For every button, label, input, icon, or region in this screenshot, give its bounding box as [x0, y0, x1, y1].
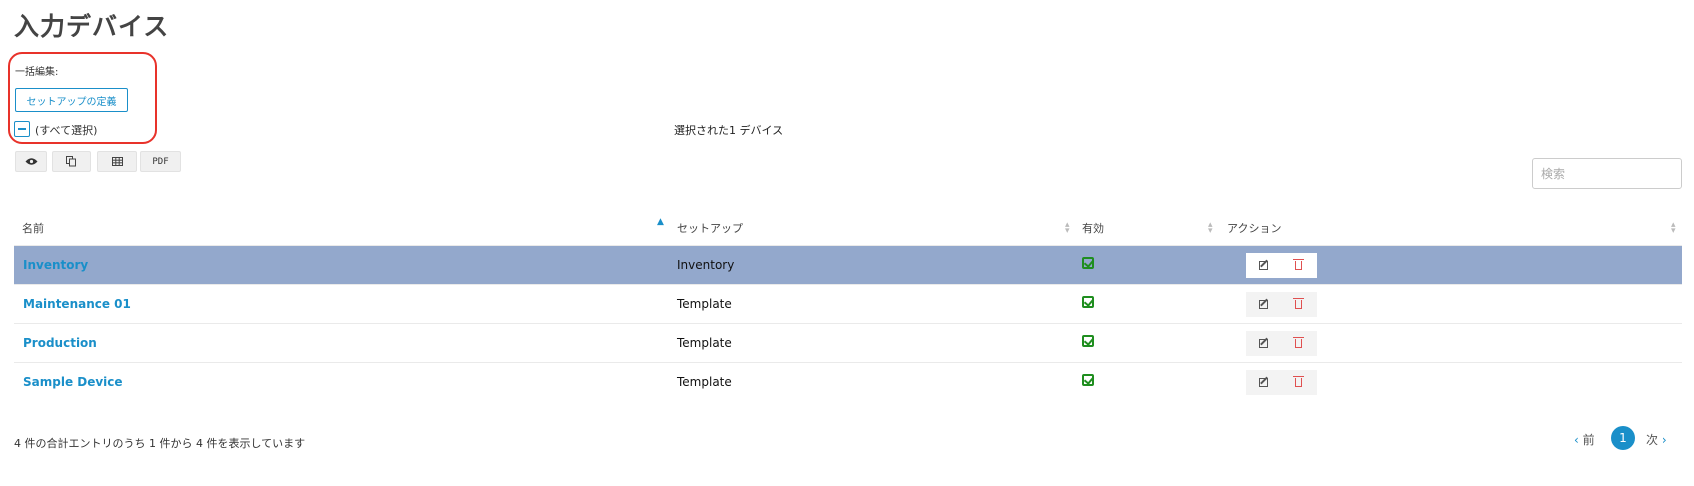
row-actions [1246, 370, 1317, 395]
pagination-next-label: 次 [1646, 433, 1659, 447]
copy-button[interactable] [52, 151, 91, 172]
edit-icon [1259, 300, 1268, 309]
table-row[interactable]: Inventory Inventory [14, 245, 1682, 284]
trash-icon [1293, 337, 1304, 348]
column-header-enabled[interactable]: 有効 [1082, 213, 1104, 243]
pagination-info: 4 件の合計エントリのうち 1 件から 4 件を表示しています [14, 437, 306, 450]
row-actions [1246, 253, 1317, 278]
device-name-link[interactable]: Inventory [23, 258, 88, 272]
edit-button[interactable] [1246, 370, 1281, 395]
device-setup: Template [677, 375, 732, 389]
device-setup: Template [677, 297, 732, 311]
eye-icon [25, 158, 37, 165]
pagination-prev[interactable]: ‹ 前 [1574, 431, 1595, 448]
enabled-check-icon [1082, 257, 1094, 269]
row-actions [1246, 292, 1317, 317]
selected-count: 選択された1 デバイス [674, 124, 784, 137]
column-header-setup[interactable]: セットアップ [677, 213, 743, 243]
bulk-edit-label: 一括編集: [15, 67, 59, 78]
sort-icon[interactable]: ▴ ▾ [1065, 221, 1070, 236]
sort-asc-icon[interactable]: ▲ [657, 218, 664, 227]
delete-button[interactable] [1281, 292, 1316, 317]
table-row[interactable]: Sample Device Template [14, 362, 1682, 401]
sort-icon[interactable]: ▴ ▾ [1671, 221, 1676, 236]
search-input[interactable] [1532, 158, 1682, 189]
edit-icon [1259, 261, 1268, 270]
table-icon [111, 157, 123, 166]
edit-button[interactable] [1246, 292, 1281, 317]
export-csv-button[interactable] [97, 151, 137, 172]
pagination-next[interactable]: 次 › [1646, 431, 1667, 448]
export-pdf-button[interactable]: PDF [140, 151, 181, 172]
define-setup-button[interactable]: セットアップの定義 [15, 88, 128, 112]
copy-icon [66, 156, 76, 167]
enabled-check-icon [1082, 374, 1094, 386]
edit-icon [1259, 378, 1268, 387]
device-setup: Template [677, 336, 732, 350]
trash-icon [1293, 259, 1304, 270]
device-name-link[interactable]: Maintenance 01 [23, 297, 131, 311]
table-row[interactable]: Production Template [14, 323, 1682, 362]
row-actions [1246, 331, 1317, 356]
column-header-name[interactable]: 名前 [22, 213, 44, 243]
pagination-prev-label: 前 [1582, 433, 1595, 447]
enabled-check-icon [1082, 296, 1094, 308]
enabled-check-icon [1082, 335, 1094, 347]
select-all-label: (すべて選択) [35, 124, 98, 137]
device-setup: Inventory [677, 258, 735, 272]
table-row[interactable]: Maintenance 01 Template [14, 284, 1682, 323]
trash-icon [1293, 298, 1304, 309]
chevron-right-icon: › [1661, 433, 1667, 447]
chevron-left-icon: ‹ [1574, 433, 1579, 447]
edit-button[interactable] [1246, 331, 1281, 356]
select-all-checkbox[interactable] [14, 121, 30, 137]
sort-icon[interactable]: ▴ ▾ [1208, 221, 1213, 236]
page-title: 入力デバイス [14, 12, 170, 41]
delete-button[interactable] [1281, 370, 1316, 395]
device-name-link[interactable]: Production [23, 336, 97, 350]
device-name-link[interactable]: Sample Device [23, 375, 123, 389]
edit-button[interactable] [1246, 253, 1281, 278]
view-columns-button[interactable] [15, 151, 47, 172]
column-header-action: アクション [1227, 222, 1282, 235]
delete-button[interactable] [1281, 331, 1316, 356]
trash-icon [1293, 376, 1304, 387]
delete-button[interactable] [1281, 253, 1316, 278]
pagination-page-current[interactable]: 1 [1611, 426, 1635, 450]
edit-icon [1259, 339, 1268, 348]
